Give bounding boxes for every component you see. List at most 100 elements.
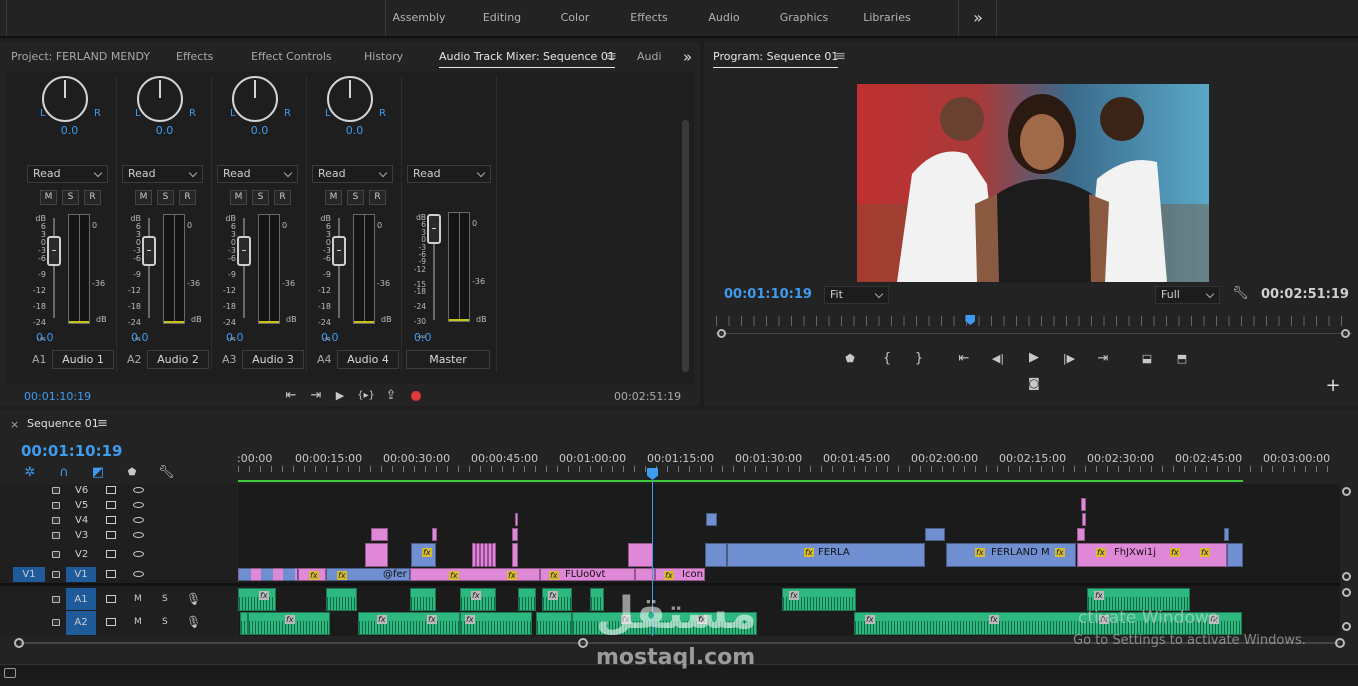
snap-icon[interactable]: ∩ — [56, 465, 72, 481]
clip-a1[interactable]: fx — [238, 588, 276, 611]
panel-menu-icon[interactable]: ≡ — [606, 42, 617, 72]
lock-icon[interactable] — [52, 619, 60, 626]
clip-a1[interactable] — [518, 588, 536, 611]
ws-tab-libraries[interactable]: Libraries — [862, 0, 912, 36]
ws-tab-audio[interactable]: Audio — [704, 0, 744, 36]
sync-lock-icon[interactable] — [106, 570, 116, 578]
clip-v5[interactable] — [1081, 498, 1086, 511]
clip-v2[interactable] — [628, 543, 653, 567]
hscroll-handle-left[interactable] — [14, 638, 24, 648]
master-volume-fader[interactable] — [427, 214, 441, 244]
lock-icon[interactable] — [52, 532, 60, 539]
automation-mode-select[interactable]: Read — [122, 165, 203, 183]
clip-v1[interactable]: fx @fer — [326, 568, 410, 581]
program-zoom-bar[interactable] — [716, 333, 1352, 334]
solo-button[interactable]: S — [62, 190, 79, 205]
track-mute-button[interactable]: M — [134, 592, 142, 607]
zoom-handle-right[interactable] — [1341, 329, 1350, 338]
mute-button[interactable]: M — [40, 190, 57, 205]
automation-mode-select[interactable]: Read — [407, 165, 491, 183]
pan-knob[interactable] — [327, 76, 373, 122]
clip-v1[interactable]: fx Icon — [655, 568, 705, 581]
ws-tab-color[interactable]: Color — [556, 0, 594, 36]
volume-value[interactable]: 0.0 — [321, 331, 339, 344]
mute-button[interactable]: M — [325, 190, 342, 205]
clip-v4[interactable] — [706, 513, 717, 526]
clip-v3[interactable] — [925, 528, 945, 541]
timeline-settings-wrench-icon[interactable]: 🔧︎ — [158, 465, 175, 481]
lock-icon[interactable] — [52, 517, 60, 524]
loop-icon[interactable]: {▸} — [356, 388, 376, 404]
zoom-select[interactable]: Fit — [824, 286, 889, 304]
track-mute-button[interactable]: M — [134, 615, 142, 630]
clip-v1[interactable] — [238, 568, 298, 581]
pan-value[interactable]: 0.0 — [22, 124, 117, 137]
eye-icon[interactable] — [133, 502, 144, 508]
linked-selection-icon[interactable]: ◩ — [90, 465, 106, 481]
mute-button[interactable]: M — [230, 190, 247, 205]
tab-audio-track-mixer[interactable]: Audio Track Mixer: Sequence 01 — [439, 42, 615, 72]
audio-scroll-handle-bottom[interactable] — [1342, 622, 1351, 631]
volume-value[interactable]: 0.0 — [36, 331, 54, 344]
channel-name[interactable]: Audio 3 — [242, 350, 304, 369]
channel-name[interactable]: Audio 4 — [337, 350, 399, 369]
pan-value[interactable]: 0.0 — [212, 124, 307, 137]
volume-fader[interactable] — [332, 236, 346, 266]
clip-v3[interactable] — [512, 528, 518, 541]
volume-fader[interactable] — [237, 236, 251, 266]
eye-icon[interactable] — [133, 532, 144, 538]
automation-mode-select[interactable]: Read — [312, 165, 393, 183]
record-icon[interactable] — [411, 391, 421, 401]
eye-icon[interactable] — [133, 551, 144, 557]
sync-lock-icon[interactable] — [106, 595, 116, 603]
clip-a1[interactable]: fx — [782, 588, 856, 611]
lock-icon[interactable] — [52, 596, 60, 603]
clip-v2[interactable]: fx — [411, 543, 436, 567]
clip-v1[interactable]: fx FLUo0vt — [540, 568, 635, 581]
nest-toggle-icon[interactable]: ✲ — [22, 465, 38, 481]
record-enable-button[interactable]: R — [369, 190, 386, 205]
lift-icon[interactable]: ⬓ — [1136, 351, 1158, 367]
record-enable-button[interactable]: R — [274, 190, 291, 205]
voiceover-mic-icon[interactable]: 🎙︎ — [186, 614, 201, 630]
clip-a2[interactable]: fx — [248, 612, 330, 635]
zoom-handle-left[interactable] — [717, 329, 726, 338]
eye-icon[interactable] — [133, 571, 144, 577]
export-icon[interactable]: ⇪ — [383, 388, 399, 404]
lock-icon[interactable] — [52, 487, 60, 494]
close-sequence-icon[interactable]: × — [10, 418, 19, 431]
program-monitor-title[interactable]: Program: Sequence 01 — [713, 42, 839, 72]
eye-icon[interactable] — [133, 487, 144, 493]
clip-a2[interactable]: fx fx — [358, 612, 460, 635]
clip-a2[interactable] — [536, 612, 572, 635]
clip-v2[interactable] — [472, 543, 496, 567]
clip-v1[interactable]: fx fx — [410, 568, 540, 581]
clip-v2[interactable] — [1227, 543, 1243, 567]
track-target-v1[interactable]: V1 — [66, 567, 96, 582]
mark-in-icon[interactable]: { — [880, 351, 894, 367]
clip-v3[interactable] — [1224, 528, 1229, 541]
sync-lock-icon[interactable] — [106, 531, 116, 539]
clip-v3[interactable] — [432, 528, 437, 541]
audio-scroll-handle-top[interactable] — [1342, 588, 1351, 597]
automation-mode-select[interactable]: Read — [217, 165, 298, 183]
volume-fader[interactable] — [142, 236, 156, 266]
clip-v3[interactable] — [1077, 528, 1085, 541]
track-target-a1[interactable]: A1 — [66, 588, 96, 610]
tab-effect-controls[interactable]: Effect Controls — [251, 42, 332, 72]
mark-out-icon[interactable]: } — [912, 351, 926, 367]
clip-v1[interactable]: fx — [298, 568, 326, 581]
hscroll-handle-mid[interactable] — [578, 638, 588, 648]
eye-icon[interactable] — [133, 517, 144, 523]
export-frame-camera-icon[interactable]: ◙ — [1026, 375, 1042, 391]
ws-tab-assembly[interactable]: Assembly — [390, 0, 448, 36]
timeline-timecode[interactable]: 00:01:10:19 — [21, 442, 123, 460]
pan-value[interactable]: 0.0 — [307, 124, 402, 137]
automation-mode-select[interactable]: Read — [27, 165, 108, 183]
clip-a2[interactable]: fx — [460, 612, 532, 635]
sequence-tab[interactable]: Sequence 01 — [27, 417, 99, 430]
sync-lock-icon[interactable] — [106, 516, 116, 524]
lock-icon[interactable] — [52, 551, 60, 558]
volume-value[interactable]: 0.0 — [414, 331, 432, 344]
sync-lock-icon[interactable] — [106, 486, 116, 494]
